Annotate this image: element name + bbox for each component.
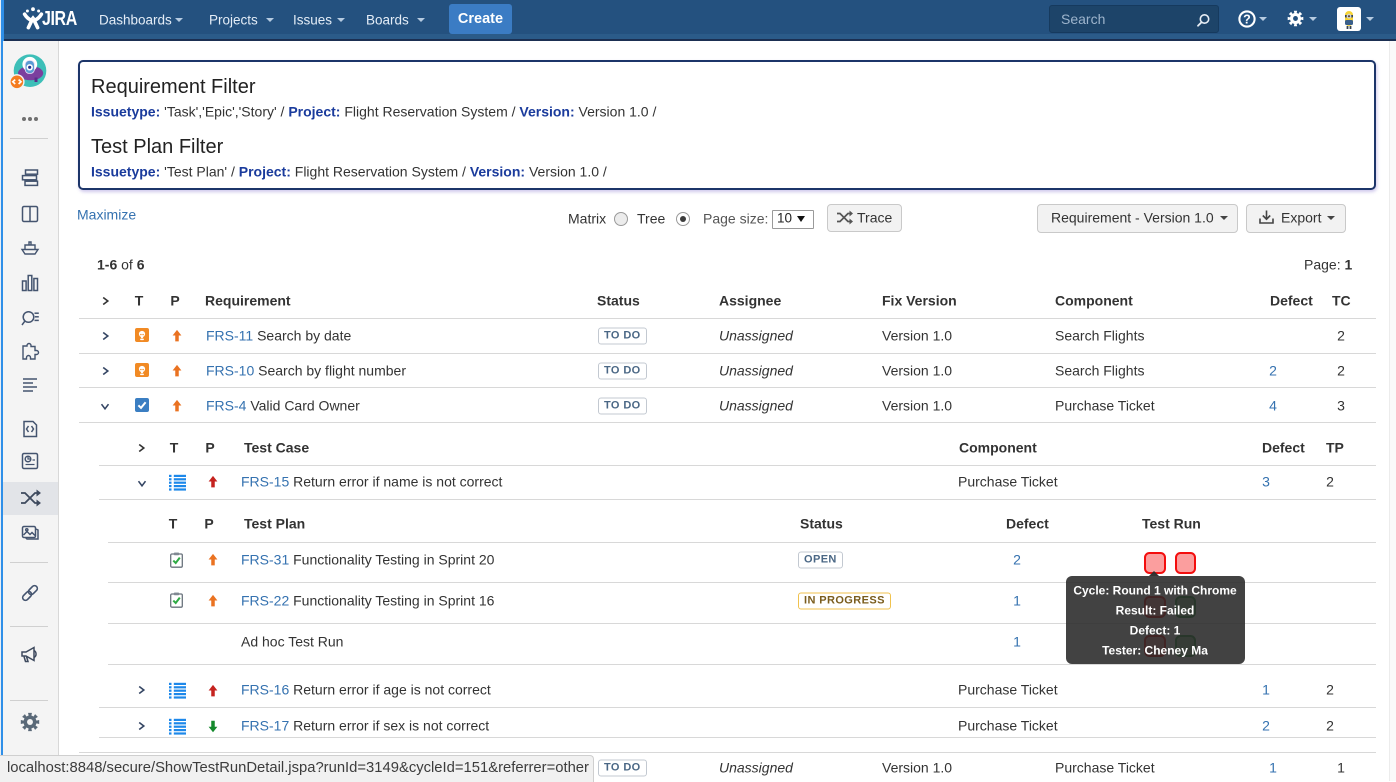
svg-text:?: ? <box>1243 13 1251 27</box>
